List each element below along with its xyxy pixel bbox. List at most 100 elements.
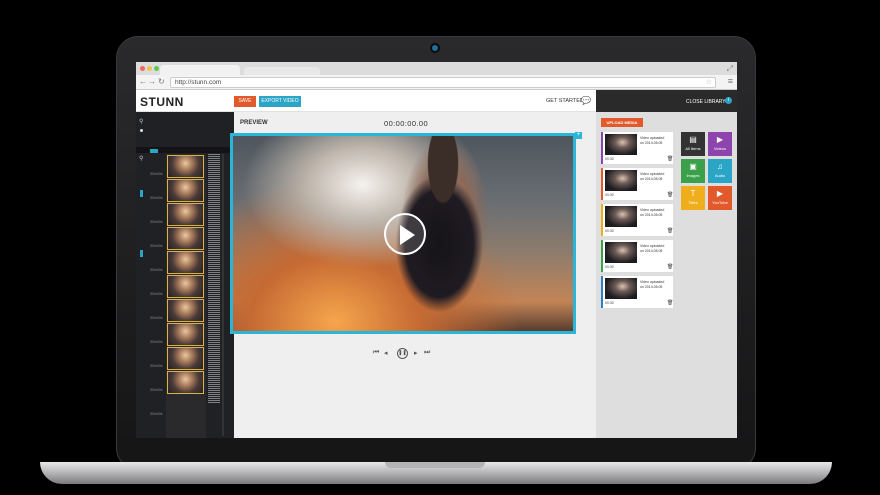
close-library-button[interactable]: CLOSE LIBRARY xyxy=(686,99,726,105)
filmstrip[interactable] xyxy=(166,154,206,438)
timeline-panel: ⚲ ⚲ 30m00s 30m00s 30m00s 30m00s 30m00s 3… xyxy=(136,112,234,438)
media-card[interactable]: Video uploaded on 2014.05.05 00:30 🗑 xyxy=(601,132,673,164)
filter-label: YouTube xyxy=(712,200,728,205)
browser-tab-new[interactable] xyxy=(244,67,320,75)
film-frame[interactable] xyxy=(167,371,204,394)
track-selector[interactable] xyxy=(140,250,143,257)
browser-tab-bar: ⤢ xyxy=(136,62,737,75)
info-icon[interactable]: i xyxy=(725,97,732,104)
filter-all-items[interactable]: ▤ All Items xyxy=(681,132,705,156)
app-logo[interactable]: STUNN xyxy=(140,95,184,109)
titles-icon: T xyxy=(690,189,696,198)
duration-label: 30m00s xyxy=(150,364,163,368)
media-card[interactable]: Video uploaded on 2014.05.05 00:30 🗑 xyxy=(601,276,673,308)
film-frame[interactable] xyxy=(167,323,204,346)
trash-icon[interactable]: 🗑 xyxy=(667,300,673,306)
screen: ⤢ ← → ↻ http://stunn.com ☆ ≡ STUNN SAVE … xyxy=(136,62,737,438)
media-thumbnail[interactable] xyxy=(605,206,637,227)
media-card[interactable]: Video uploaded on 2014.05.05 00:30 🗑 xyxy=(601,240,673,272)
skip-end-icon[interactable]: ⏭ xyxy=(424,349,430,357)
camera-icon xyxy=(432,45,438,51)
get-started-link[interactable]: GET STARTED xyxy=(546,98,584,104)
playhead-marker[interactable] xyxy=(150,149,158,153)
film-frame[interactable] xyxy=(167,251,204,274)
video-player[interactable] xyxy=(230,133,576,334)
duration-label: 30m00s xyxy=(150,220,163,224)
expand-plus-icon[interactable]: + xyxy=(575,132,582,139)
media-card-info: Video uploaded on 2014.05.05 xyxy=(640,208,674,217)
media-card-info: Video uploaded on 2014.05.05 xyxy=(640,172,674,181)
track-selector[interactable] xyxy=(140,190,143,197)
filter-titles[interactable]: T Titles xyxy=(681,186,705,210)
play-button[interactable] xyxy=(384,213,426,255)
filter-videos[interactable]: ▶ Videos xyxy=(708,132,732,156)
filter-audio[interactable]: ♫ Audio xyxy=(708,159,732,183)
chat-icon[interactable]: 💬 xyxy=(581,96,591,105)
media-card-line2: on 2014.05.05 xyxy=(640,248,663,253)
media-duration: 00:30 xyxy=(605,301,614,305)
filter-label: Videos xyxy=(713,146,727,151)
forward-icon[interactable]: → xyxy=(148,77,156,86)
trash-icon[interactable]: 🗑 xyxy=(667,264,673,270)
fullscreen-icon[interactable]: ⤢ xyxy=(727,64,733,74)
media-card-line2: on 2014.05.05 xyxy=(640,212,663,217)
pause-button[interactable]: ❚❚ xyxy=(397,348,408,359)
zoom-icon[interactable]: ⚲ xyxy=(139,155,143,162)
save-button[interactable]: SAVE xyxy=(234,96,256,107)
film-frame[interactable] xyxy=(167,347,204,370)
filter-label: All Items xyxy=(685,146,701,151)
url-input[interactable]: http://stunn.com ☆ xyxy=(170,77,716,88)
media-duration: 00:30 xyxy=(605,193,614,197)
app-header: STUNN SAVE EXPORT VIDEO GET STARTED 💬 xyxy=(136,90,596,112)
play-icon xyxy=(400,225,415,245)
duration-label: 30m00s xyxy=(150,244,163,248)
preview-label: PREVIEW xyxy=(240,120,268,126)
media-thumbnail[interactable] xyxy=(605,170,637,191)
media-card-info: Video uploaded on 2014.05.05 xyxy=(640,136,674,145)
browser-menu-icon[interactable]: ≡ xyxy=(728,76,733,86)
film-frame[interactable] xyxy=(167,155,204,178)
film-frame[interactable] xyxy=(167,275,204,298)
duration-label: 30m00s xyxy=(150,196,163,200)
media-card[interactable]: Video uploaded on 2014.05.05 00:30 🗑 xyxy=(601,168,673,200)
url-text: http://stunn.com xyxy=(175,79,222,86)
back-icon[interactable]: ← xyxy=(139,77,147,86)
grid-icon: ▤ xyxy=(689,135,697,144)
close-window-dot[interactable] xyxy=(140,66,145,71)
minimize-window-dot[interactable] xyxy=(147,66,152,71)
duration-label: 30m00s xyxy=(150,316,163,320)
filter-images[interactable]: ▣ Images xyxy=(681,159,705,183)
youtube-icon: ▶ xyxy=(716,189,724,198)
step-forward-icon[interactable]: ▸ xyxy=(414,349,418,357)
reload-icon[interactable]: ↻ xyxy=(158,77,165,86)
film-frame[interactable] xyxy=(167,203,204,226)
upload-media-button[interactable]: UPLOAD MEDIA xyxy=(601,118,643,127)
media-thumbnail[interactable] xyxy=(605,242,637,263)
track-divider xyxy=(222,154,224,436)
trash-icon[interactable]: 🗑 xyxy=(667,156,673,162)
search-icon[interactable]: ⚲ xyxy=(139,118,143,125)
media-duration: 00:30 xyxy=(605,229,614,233)
bookmark-icon[interactable]: ☆ xyxy=(706,78,712,88)
trash-icon[interactable]: 🗑 xyxy=(667,228,673,234)
film-frame[interactable] xyxy=(167,227,204,250)
media-thumbnail[interactable] xyxy=(605,278,637,299)
bullet-icon xyxy=(140,129,143,132)
media-thumbnail[interactable] xyxy=(605,134,637,155)
skip-start-icon[interactable]: ⏮ xyxy=(373,349,379,357)
laptop-notch xyxy=(385,462,485,468)
filter-youtube[interactable]: ▶ YouTube xyxy=(708,186,732,210)
media-card[interactable]: Video uploaded on 2014.05.05 00:30 🗑 xyxy=(601,204,673,236)
film-frame[interactable] xyxy=(167,179,204,202)
maximize-window-dot[interactable] xyxy=(154,66,159,71)
trash-icon[interactable]: 🗑 xyxy=(667,192,673,198)
duration-label: 30m00s xyxy=(150,388,163,392)
export-video-button[interactable]: EXPORT VIDEO xyxy=(259,96,301,107)
film-frame[interactable] xyxy=(167,299,204,322)
filter-label: Titles xyxy=(688,200,698,205)
step-back-icon[interactable]: ◂ xyxy=(384,349,388,357)
duration-label: 30m00s xyxy=(150,292,163,296)
audio-waveform[interactable] xyxy=(208,154,220,404)
media-card-line2: on 2014.05.05 xyxy=(640,140,663,145)
browser-tab-active[interactable] xyxy=(160,65,240,75)
